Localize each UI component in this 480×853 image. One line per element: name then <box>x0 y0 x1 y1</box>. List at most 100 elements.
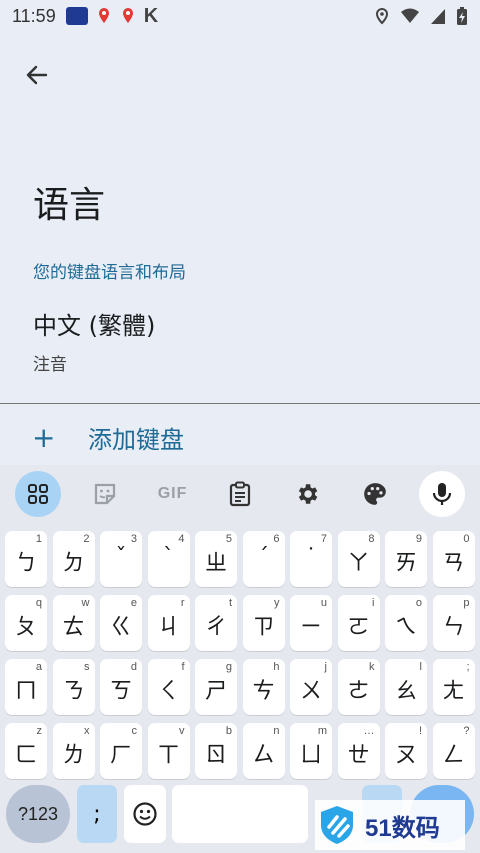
keyboard-key[interactable]: ㄤ; <box>432 659 475 715</box>
keyboard-key[interactable]: ㄉ2 <box>52 531 95 587</box>
map-pin-icon <box>98 8 109 23</box>
key-row: ㄇ a ㄋ s ㄎ d ㄑ f ㄕ g ㄘ h ㄨ j ㄜ k ㄠ l ㄤ; <box>5 659 475 715</box>
key-hint: v <box>179 725 185 737</box>
keyboard-key[interactable]: ㄟo <box>385 595 427 651</box>
key-label: ㄠ <box>394 679 417 704</box>
gif-button[interactable]: GIF <box>150 471 196 517</box>
apps-grid-icon <box>27 484 48 504</box>
key-label: ㄩ <box>299 743 322 768</box>
key-label: ˋ <box>163 545 174 570</box>
key-label: ㄝ <box>347 743 370 768</box>
key-hint: i <box>372 597 375 609</box>
keyboard-key[interactable]: ㄞ9 <box>385 531 427 587</box>
key-hint: 4 <box>178 533 185 545</box>
key-label: ㄞ <box>394 551 417 576</box>
sticker-icon <box>95 483 116 505</box>
soft-keyboard: GIF ㄅ 1 ㄉ 2 ˇ 3 ˋ 4 ㄓ 5 ˊ 6 ˙ 7 ㄚ 8 ㄞ 9 … <box>0 465 480 853</box>
keyboard-key[interactable]: ㄨj <box>290 659 332 715</box>
keyboard-key[interactable]: ㄐr <box>147 595 190 651</box>
keyboard-key[interactable]: ㄒv <box>147 723 190 779</box>
key-hint: q <box>35 597 42 609</box>
theme-button[interactable] <box>352 471 398 517</box>
keyboard-key[interactable]: ㄘh <box>242 659 285 715</box>
divider <box>0 403 480 404</box>
keyboard-key[interactable]: ㄋs <box>52 659 95 715</box>
keyboard-key[interactable]: ㄊw <box>52 595 95 651</box>
keyboard-key[interactable]: ㄣp <box>432 595 475 651</box>
key-label: ㄆ <box>14 615 37 640</box>
page-title: 语言 <box>33 185 106 226</box>
keyboard-key[interactable]: ㄩm <box>290 723 332 779</box>
key-hint: r <box>180 597 185 609</box>
emoji-key[interactable] <box>124 785 166 843</box>
keyboard-key[interactable]: ㄗy <box>242 595 285 651</box>
keyboard-key[interactable]: ㄙn <box>242 723 285 779</box>
keyboard-key[interactable]: ㄇa <box>5 659 47 715</box>
key-hint: 1 <box>35 533 42 545</box>
keyboard-key[interactable]: ˋ4 <box>147 531 190 587</box>
keyboard-key[interactable]: ㄝ… <box>337 723 380 779</box>
space-key[interactable] <box>172 785 308 843</box>
mic-icon <box>433 483 452 505</box>
voice-input-button[interactable] <box>419 471 466 517</box>
key-label: ㄢ <box>442 551 465 576</box>
key-hint: s <box>84 661 90 673</box>
key-label: ㄤ <box>442 679 465 704</box>
key-label: ˙ <box>305 545 317 570</box>
keyboard-key[interactable]: ㄡ! <box>385 723 427 779</box>
keyboard-key[interactable]: ㄧu <box>290 595 332 651</box>
keyboard-key[interactable]: ㄎd <box>100 659 142 715</box>
symbols-key[interactable]: ?123 <box>6 785 70 843</box>
keyboard-key[interactable]: ㄆq <box>5 595 47 651</box>
keyboard-key[interactable]: ˊ6 <box>242 531 285 587</box>
keyboard-key[interactable]: ㄌx <box>52 723 95 779</box>
keyboard-key[interactable]: ˇ3 <box>100 531 142 587</box>
language-name: 中文 (繁體) <box>33 312 156 340</box>
keyboard-key[interactable]: ㄥ? <box>432 723 475 779</box>
keyboard-key[interactable]: ㄑf <box>147 659 190 715</box>
key-hint: 3 <box>130 533 137 545</box>
keyboard-key[interactable]: ㄏc <box>100 723 142 779</box>
keyboard-key[interactable]: ㄈz <box>5 723 47 779</box>
keyboard-key[interactable]: ㄖb <box>195 723 237 779</box>
keyboard-key[interactable]: ㄓ5 <box>195 531 237 587</box>
key-label: ㄛ <box>347 615 370 640</box>
keyboard-key[interactable]: ㄔt <box>195 595 237 651</box>
keyboard-key[interactable]: ㄕg <box>195 659 237 715</box>
key-hint: 6 <box>273 533 280 545</box>
key-hint: e <box>130 597 137 609</box>
battery-icon <box>457 7 467 25</box>
back-arrow-icon[interactable] <box>22 60 52 90</box>
keyboard-key[interactable]: ㄛi <box>337 595 380 651</box>
key-hint: ? <box>463 725 470 737</box>
key-hint: g <box>225 661 232 673</box>
semicolon-key[interactable]: ; <box>77 785 117 843</box>
keyboard-key[interactable]: ㄜk <box>337 659 380 715</box>
key-hint: u <box>320 597 327 609</box>
key-label: ㄣ <box>442 615 465 640</box>
key-hint: o <box>415 597 422 609</box>
map-pin-icon <box>122 8 133 23</box>
key-hint: ! <box>418 725 422 737</box>
key-hint: t <box>228 597 232 609</box>
key-hint: x <box>84 725 90 737</box>
key-hint: f <box>181 661 185 673</box>
key-hint: c <box>131 725 138 737</box>
sticker-button[interactable] <box>82 471 128 517</box>
key-label: ㄏ <box>109 743 132 768</box>
settings-button[interactable] <box>284 471 330 517</box>
keyboard-key[interactable]: ㄢ0 <box>432 531 475 587</box>
keyboard-key[interactable]: ㄚ8 <box>337 531 380 587</box>
key-hint: b <box>225 725 232 737</box>
app-notification-icon <box>65 7 88 25</box>
clipboard-button[interactable] <box>217 471 263 517</box>
keyboard-key[interactable]: ㄅ1 <box>5 531 47 587</box>
key-label: ㄥ <box>442 743 465 768</box>
add-keyboard-button[interactable]: + 添加键盘 <box>0 412 480 462</box>
key-hint: 2 <box>83 533 90 545</box>
key-hint: 7 <box>320 533 327 545</box>
keyboard-key[interactable]: ㄍe <box>100 595 142 651</box>
keyboard-key[interactable]: ㄠl <box>385 659 427 715</box>
apps-grid-button[interactable] <box>14 471 61 517</box>
keyboard-key[interactable]: ˙ 7 <box>290 531 332 587</box>
